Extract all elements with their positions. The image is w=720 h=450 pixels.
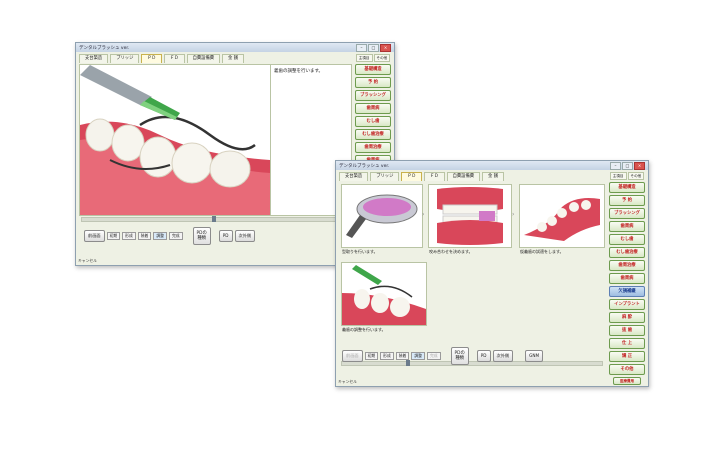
step-caption-1: 型取りを行います。 [342,249,378,254]
step-chip-1[interactable]: 初期 [364,352,379,360]
step-chip-3[interactable]: 装着 [137,232,152,240]
tab-abutment[interactable]: 支台築造 [79,54,109,63]
step-caption-2: 咬み合わせを決めます。 [429,249,473,254]
step-image-2[interactable] [428,184,512,248]
pd-button[interactable]: PD [476,350,491,362]
tab-fd[interactable]: ＦＤ [163,54,185,63]
control-bar: 前画面 初期 形成 装着 調整 完成 PDの 種類 PD 次外側 [84,227,256,245]
minimize-icon[interactable]: – [610,161,621,170]
step-chip-4[interactable]: 調整 [153,232,167,240]
close-icon[interactable]: × [380,43,391,52]
side-button-periodontal[interactable]: 歯周病 [355,103,391,114]
tab-bridge[interactable]: ブリッジ [110,54,140,63]
side-button-extraction[interactable]: 抜 歯 [609,325,645,336]
side-button-basic[interactable]: 基礎構造 [355,64,391,75]
tab-fd[interactable]: ＦＤ [423,172,445,181]
arrow-icon: › [512,211,515,218]
side-button-anesthesia[interactable]: 麻 酔 [609,312,645,323]
window-title: デンタルブラッシュ ver. [79,45,130,51]
step-chip-2[interactable]: 形成 [122,232,136,240]
side-button-orthodontics[interactable]: 矯 正 [609,351,645,362]
step-image-3[interactable] [519,184,605,248]
tab-payment[interactable]: 金 銭 [222,54,245,63]
side-button-caries[interactable]: むし歯 [609,234,645,245]
side-top-tabs: 主項目 その他 [609,172,645,180]
step-chip-1[interactable]: 初期 [106,232,121,240]
illustration-pane [79,64,271,216]
side-button-caries-treatment[interactable]: むし歯治療 [355,129,391,140]
side-button-appointment[interactable]: 予 約 [355,77,391,88]
denture-adjust-thumb-illustration [342,263,426,325]
step-caption-4: 義歯の調整を行います。 [342,327,386,332]
tab-private-equipment[interactable]: 自費設備費 [446,172,481,181]
tab-bridge[interactable]: ブリッジ [370,172,400,181]
tab-bar: 支台築造 ブリッジ ＰＤ ＦＤ 自費設備費 金 銭 [76,52,394,63]
step-chip-5[interactable]: 完成 [168,232,183,240]
status-bar: キャンセル [338,379,646,385]
denture-adjust-illustration [80,65,270,215]
side-tab-other[interactable]: その他 [627,172,645,180]
side-menu: 主項目 その他 基礎構造 予 約 ブラッシング 歯周病 むし歯 むし歯治療 歯周… [355,54,391,166]
impression-tray-illustration [342,185,422,247]
side-top-tabs: 主項目 その他 [355,54,391,62]
control-bar: 前画面 初期 形成 装着 調整 完成 PDの 種類 PD 次外側 GNM [342,347,544,365]
status-cancel[interactable]: キャンセル [338,379,357,385]
pd-types-button[interactable]: PDの 種類 [450,347,469,365]
side-button-basic[interactable]: 基礎構造 [609,182,645,193]
window-titlebar: デンタルブラッシュ ver. – □ × [336,161,648,170]
bite-model-illustration [429,185,511,247]
prev-screen-button[interactable]: 前画面 [84,230,105,242]
side-tab-main[interactable]: 主項目 [609,172,627,180]
side-button-brushing[interactable]: ブラッシング [609,208,645,219]
side-menu: 主項目 その他 基礎構造 予 約 ブラッシング 歯周病 むし歯 むし歯治療 歯周… [609,172,645,385]
tab-payment[interactable]: 金 銭 [482,172,505,181]
side-button-prosthesis[interactable]: 欠損補綴 [609,286,645,297]
arrow-icon: › [422,211,425,218]
pd-types-button[interactable]: PDの 種類 [192,227,211,245]
step-chip-3[interactable]: 装着 [395,352,410,360]
step-caption-3: 仮義歯の試適をします。 [520,249,564,254]
step-chip-2[interactable]: 形成 [380,352,394,360]
tab-bar: 支台築造 ブリッジ ＰＤ ＦＤ 自費設備費 金 銭 [336,170,648,181]
minimize-icon[interactable]: – [356,43,367,52]
side-tab-other[interactable]: その他 [373,54,391,62]
side-tab-main[interactable]: 主項目 [355,54,373,62]
status-cancel[interactable]: キャンセル [78,258,97,264]
side-button-appointment[interactable]: 予 約 [609,195,645,206]
side-button-periodontal-treatment[interactable]: 歯周治療 [609,260,645,271]
window-title: デンタルブラッシュ ver. [339,163,390,169]
maximize-icon[interactable]: □ [622,161,633,170]
note-text: 義歯の調整を行います。 [274,69,324,74]
side-button-periodontal-2[interactable]: 歯周病 [609,273,645,284]
tab-pd[interactable]: ＰＤ [401,172,422,181]
progress-track[interactable] [81,216,348,222]
prev-screen-button[interactable]: 前画面 [342,350,363,362]
side-button-implant[interactable]: インプラント [609,299,645,310]
step-chip-5[interactable]: 完成 [426,352,441,360]
window-titlebar: デンタルブラッシュ ver. – □ × [76,43,394,52]
trial-denture-illustration [520,185,604,247]
tab-private-equipment[interactable]: 自費設備費 [186,54,221,63]
close-icon[interactable]: × [634,161,645,170]
side-button-other[interactable]: その他 [609,364,645,375]
tab-pd[interactable]: ＰＤ [141,54,162,63]
side-button-periodontal[interactable]: 歯周病 [609,221,645,232]
pd-button[interactable]: PD [218,230,233,242]
window-pd-steps: デンタルブラッシュ ver. – □ × 支台築造 ブリッジ ＰＤ ＦＤ 自費設… [335,160,649,387]
side-button-finish[interactable]: 仕 上 [609,338,645,349]
side-button-periodontal-treatment[interactable]: 歯周治療 [355,142,391,153]
next-side-button[interactable]: 次外側 [492,350,514,362]
tab-abutment[interactable]: 支台築造 [339,172,369,181]
side-button-caries-treatment[interactable]: むし歯治療 [609,247,645,258]
progress-thumb[interactable] [212,216,216,222]
maximize-icon[interactable]: □ [368,43,379,52]
side-button-brushing[interactable]: ブラッシング [355,90,391,101]
gnm-button[interactable]: GNM [525,350,544,362]
next-side-button[interactable]: 次外側 [234,230,256,242]
side-button-caries[interactable]: むし歯 [355,116,391,127]
step-image-4[interactable] [341,262,427,326]
step-chip-4[interactable]: 調整 [411,352,425,360]
step-image-1[interactable] [341,184,423,248]
